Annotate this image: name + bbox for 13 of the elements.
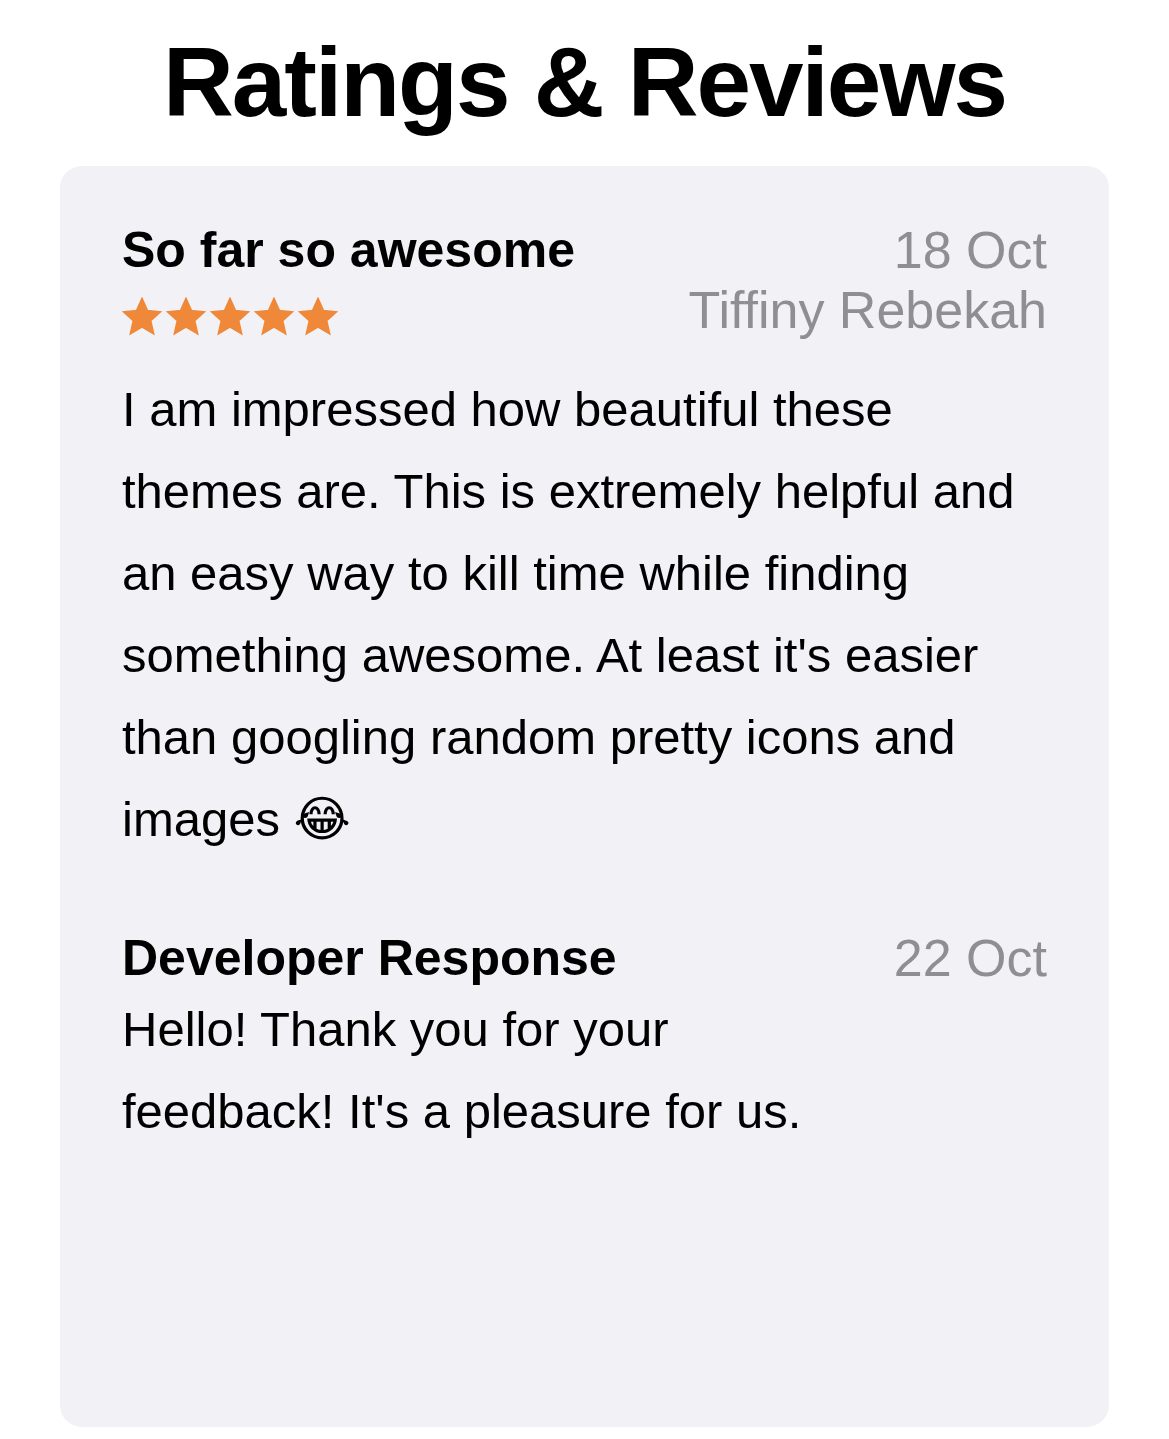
- review-date: 18 Oct: [893, 220, 1047, 280]
- star-icon: [122, 297, 162, 337]
- star-icon: [298, 297, 338, 337]
- star-icon: [166, 297, 206, 337]
- response-text: Hello! Thank you for your feedback! It's a pleasure for us.: [122, 1001, 803, 1140]
- review-author: Tiffiny Rebekah: [688, 280, 1047, 340]
- star-icon: [254, 297, 294, 337]
- review-title: So far so awesome: [122, 221, 575, 279]
- review-text: I am impressed how beautiful these themes are. This is extremely helpful and an easy way to kill time while finding something awesome. At least it's easier than googling random pretty icons and images 😂: [122, 381, 1016, 848]
- response-date: 22 Oct: [893, 928, 1047, 988]
- page-title: Ratings & Reviews: [162, 26, 1007, 139]
- response-title: Developer Response: [122, 929, 617, 987]
- star-icon: [210, 297, 250, 337]
